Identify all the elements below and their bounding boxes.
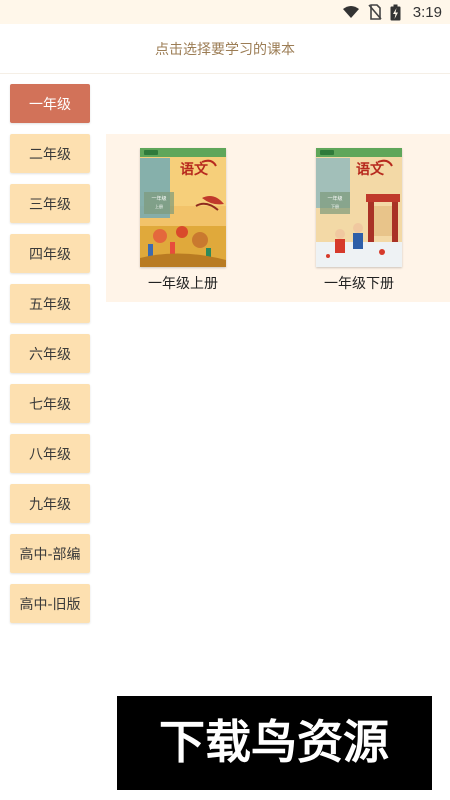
watermark-text: 下载鸟资源 xyxy=(159,715,389,769)
sidebar-item-grade-5[interactable]: 五年级 xyxy=(10,284,90,323)
battery-charging-icon xyxy=(390,4,401,21)
watermark: 下载鸟资源 xyxy=(117,696,432,790)
sidebar-item-high-school-old[interactable]: 高中-旧版 xyxy=(10,584,90,623)
book-panel: 语文 一年级 上册 一年级上册 语文 一年级 下册 一年级下册 xyxy=(106,134,450,302)
book-cover[interactable]: 语文 一年级 下册 xyxy=(316,148,402,267)
cover-title: 语文 xyxy=(356,161,385,178)
book-cover[interactable]: 语文 一年级 上册 xyxy=(140,148,226,267)
book-title[interactable]: 一年级上册 xyxy=(128,273,238,293)
sidebar-item-grade-8[interactable]: 八年级 xyxy=(10,434,90,473)
book-item-vol-1[interactable]: 语文 一年级 上册 一年级上册 xyxy=(128,148,238,293)
cover-volume: 下册 xyxy=(331,204,339,209)
sidebar-item-high-school-new[interactable]: 高中-部编 xyxy=(10,534,90,573)
book-item-vol-2[interactable]: 语文 一年级 下册 一年级下册 xyxy=(304,148,414,293)
page-title: 点击选择要学习的课本 xyxy=(0,24,450,74)
cover-grade: 一年级 xyxy=(327,195,342,202)
cover-volume: 上册 xyxy=(155,203,163,209)
sidebar-item-grade-9[interactable]: 九年级 xyxy=(10,484,90,523)
cover-grade: 一年级 xyxy=(151,195,166,202)
sidebar-item-grade-3[interactable]: 三年级 xyxy=(10,184,90,223)
no-sim-icon xyxy=(368,4,382,20)
sidebar-item-grade-7[interactable]: 七年级 xyxy=(10,384,90,423)
grade-sidebar: 一年级 二年级 三年级 四年级 五年级 六年级 七年级 八年级 九年级 高中-部… xyxy=(10,84,90,634)
sidebar-item-grade-2[interactable]: 二年级 xyxy=(10,134,90,173)
wifi-icon xyxy=(342,5,360,19)
status-time: 3:19 xyxy=(412,3,442,21)
cover-title: 语文 xyxy=(180,161,209,178)
book-title[interactable]: 一年级下册 xyxy=(304,273,414,293)
status-bar: 3:19 xyxy=(0,0,450,24)
sidebar-item-grade-6[interactable]: 六年级 xyxy=(10,334,90,373)
sidebar-item-grade-1[interactable]: 一年级 xyxy=(10,84,90,123)
sidebar-item-grade-4[interactable]: 四年级 xyxy=(10,234,90,273)
